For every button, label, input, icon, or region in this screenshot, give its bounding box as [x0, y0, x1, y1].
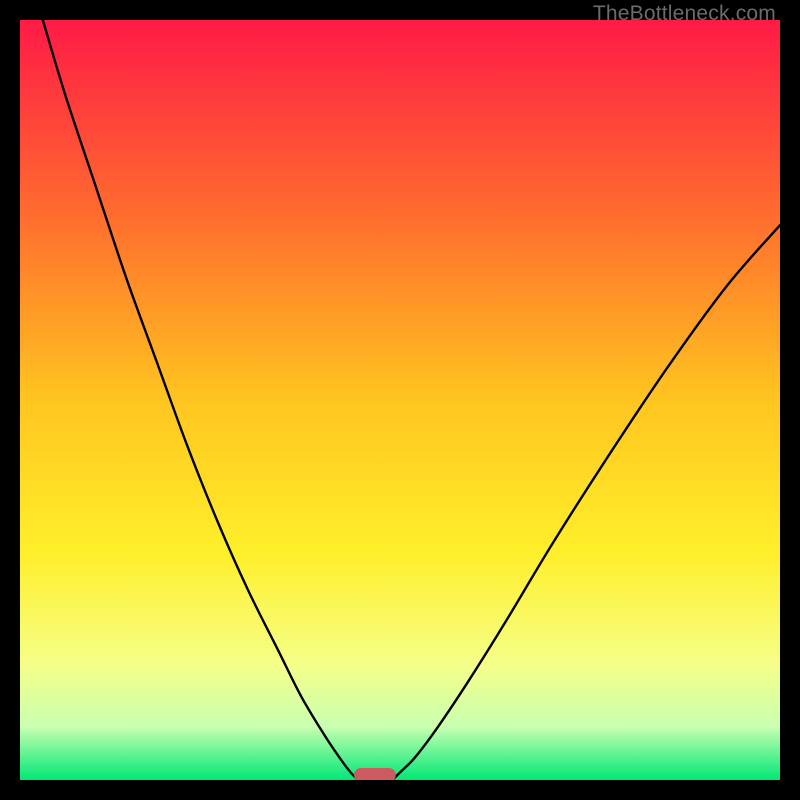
bottleneck-chart: [20, 20, 780, 780]
gradient-background: [20, 20, 780, 780]
chart-frame: [20, 20, 780, 780]
bottleneck-marker: [354, 768, 396, 780]
watermark-text: TheBottleneck.com: [593, 2, 776, 26]
